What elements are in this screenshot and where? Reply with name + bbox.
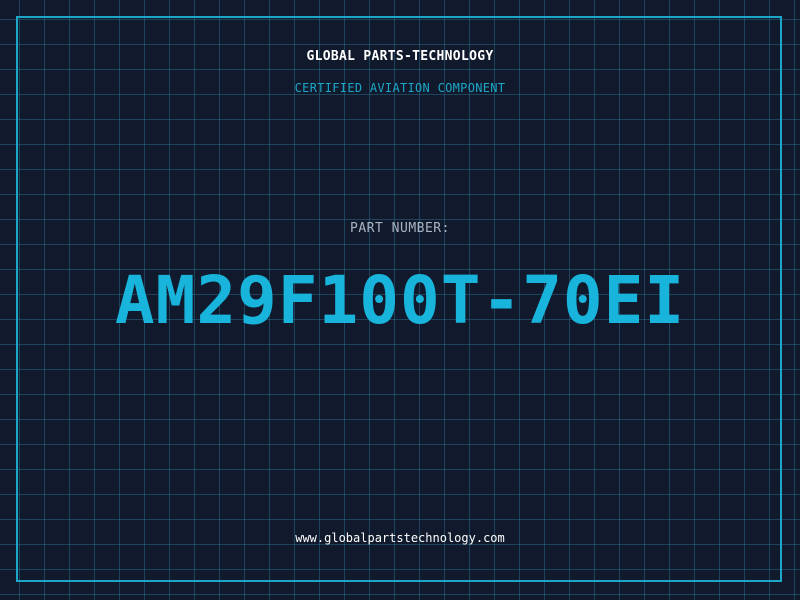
- part-number-label: PART NUMBER:: [350, 221, 450, 236]
- company-name: GLOBAL PARTS-TECHNOLOGY: [306, 49, 494, 64]
- company-tagline: CERTIFIED AVIATION COMPONENT: [294, 81, 506, 95]
- part-number-value: AM29F100T-70EI: [114, 262, 686, 339]
- website-url: www.globalpartstechnology.com: [295, 531, 505, 545]
